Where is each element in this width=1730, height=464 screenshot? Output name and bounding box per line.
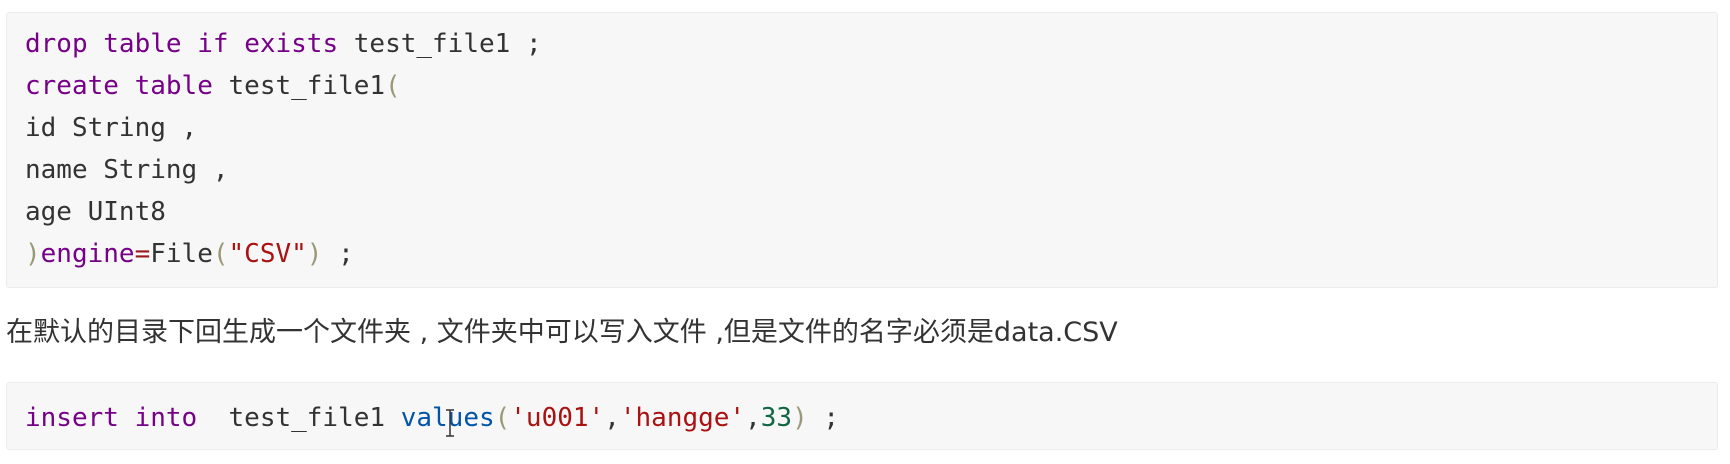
code-number-33: 33: [760, 403, 793, 433]
code-paren-open: (: [494, 403, 511, 433]
code-paren-close: ): [306, 239, 323, 269]
code-string-u001: 'u001': [510, 403, 605, 433]
code-text-name: name String ,: [25, 155, 229, 185]
text-cursor-icon: [443, 408, 457, 438]
code-line-engine: )engine=File("CSV") ;: [25, 233, 1717, 275]
code-line-name-column: name String ,: [25, 149, 1717, 191]
code-text-drop-target: test_file1 ;: [338, 29, 542, 59]
code-paren-open: (: [385, 71, 401, 101]
keyword-table: table: [134, 71, 213, 101]
keyword-table: table: [103, 29, 182, 59]
keyword-if: if: [197, 29, 229, 59]
code-text-semicolon: ;: [807, 403, 840, 433]
code-string-hangge: 'hangge': [619, 403, 746, 433]
code-comma: ,: [604, 403, 620, 433]
code-block-create-table: drop table if exists test_file1 ; create…: [6, 12, 1718, 288]
code-text-age: age UInt8: [25, 197, 166, 227]
code-text-file: File: [150, 239, 213, 269]
keyword-into: into: [134, 403, 198, 433]
keyword-engine: engine: [40, 239, 135, 269]
explanation-paragraph: 在默认的目录下回生成一个文件夹 , 文件夹中可以写入文件 ,但是文件的名字必须是…: [6, 317, 1118, 348]
code-line-drop-table: drop table if exists test_file1 ;: [25, 23, 1717, 65]
code-comma: ,: [745, 403, 761, 433]
code-text-table-name: test_file1: [197, 403, 401, 433]
code-operator-equals: =: [134, 239, 151, 269]
code-text-table-name: test_file1: [212, 71, 386, 101]
code-line-create-table: create table test_file1(: [25, 65, 1717, 107]
keyword-create: create: [25, 71, 119, 101]
keyword-drop: drop: [25, 29, 88, 59]
keyword-insert: insert: [25, 403, 119, 433]
code-block-insert: insert into test_file1 values('u001','ha…: [6, 382, 1718, 450]
code-line-age-column: age UInt8: [25, 191, 1717, 233]
code-text-id: id String ,: [25, 113, 198, 143]
code-line-insert: insert into test_file1 values('u001','ha…: [25, 397, 1717, 439]
code-paren-close: ): [792, 403, 808, 433]
code-text-semicolon: ;: [322, 239, 354, 269]
keyword-exists: exists: [244, 29, 339, 59]
code-line-id-column: id String ,: [25, 107, 1717, 149]
code-string-csv: "CSV": [228, 239, 307, 269]
code-paren-open: (: [212, 239, 229, 269]
code-paren-close: ): [25, 239, 41, 269]
